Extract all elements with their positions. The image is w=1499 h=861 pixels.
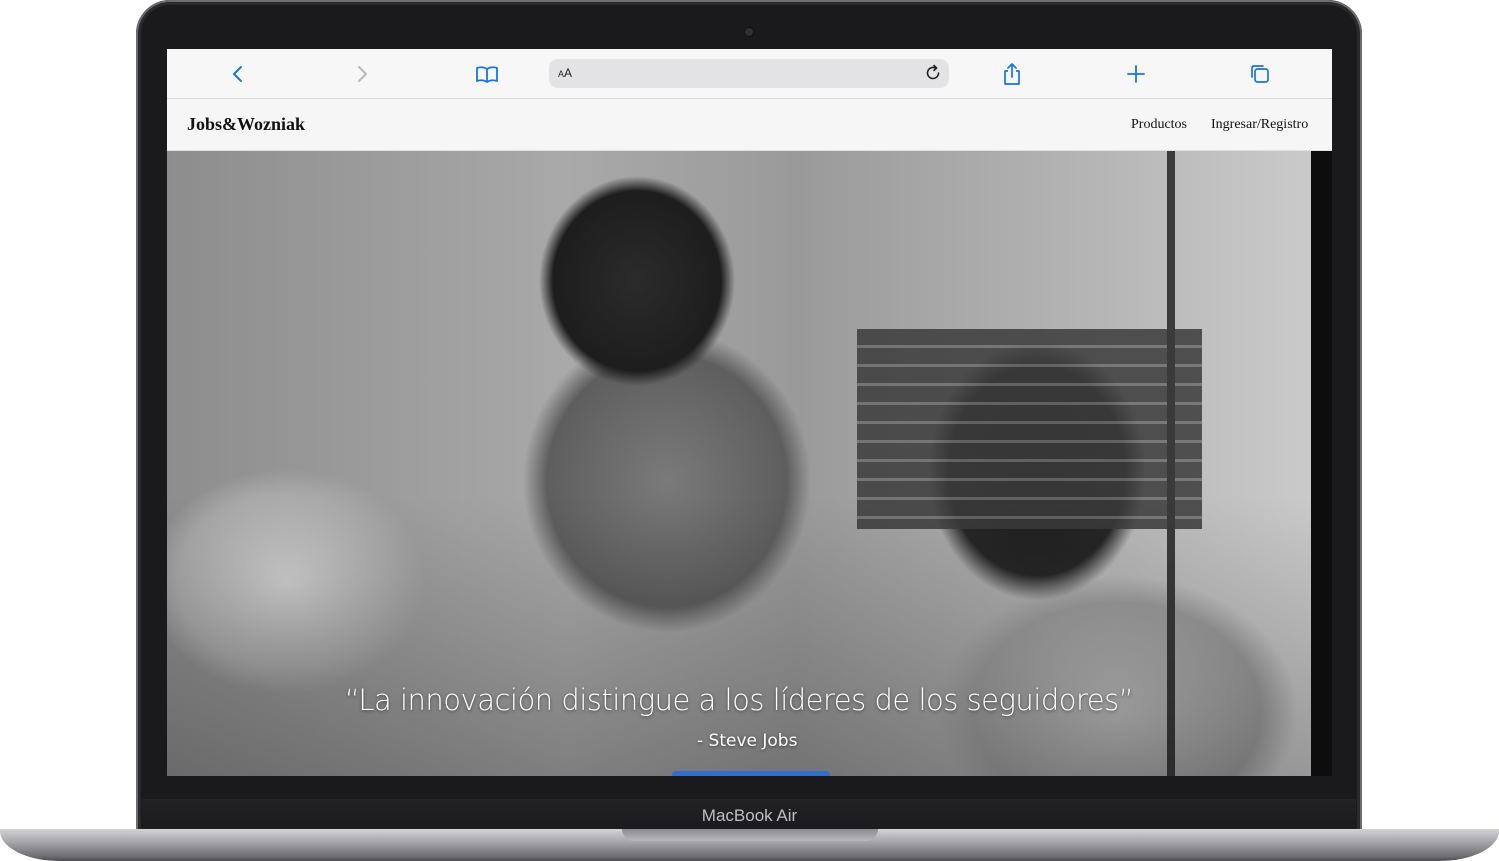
hero-quote: “La innovación distingue a los líderes d… bbox=[344, 683, 1134, 717]
laptop-base-notch bbox=[622, 829, 878, 841]
address-bar[interactable]: AAAA bbox=[549, 59, 949, 88]
site-logo[interactable]: Jobs&Wozniak bbox=[187, 114, 305, 135]
chevron-right-icon[interactable] bbox=[349, 61, 375, 87]
nav-link-productos[interactable]: Productos bbox=[1131, 117, 1187, 133]
reload-icon[interactable] bbox=[923, 63, 943, 83]
open-book-icon[interactable] bbox=[474, 61, 500, 87]
screen: AAAA Jobs&Wozniak Productos Ingresar/Reg… bbox=[167, 49, 1332, 776]
site-navbar: Jobs&Wozniak Productos Ingresar/Registro bbox=[167, 99, 1332, 151]
nav-link-ingresar-registro[interactable]: Ingresar/Registro bbox=[1211, 117, 1308, 133]
page-edge bbox=[1311, 151, 1332, 776]
device-brand-label: MacBook Air bbox=[701, 806, 798, 825]
browser-toolbar: AAAA bbox=[167, 49, 1332, 99]
hero-cta-button[interactable] bbox=[672, 771, 830, 776]
hero-quote-author: - Steve Jobs bbox=[697, 731, 798, 751]
text-size-button[interactable]: AAAA bbox=[558, 66, 572, 80]
hero-photo: “La innovación distingue a los líderes d… bbox=[167, 151, 1311, 776]
chevron-left-icon[interactable] bbox=[225, 61, 251, 87]
tabs-icon[interactable] bbox=[1247, 61, 1273, 87]
share-icon[interactable] bbox=[999, 61, 1025, 87]
plus-icon[interactable] bbox=[1123, 61, 1149, 87]
camera-icon bbox=[745, 28, 753, 36]
